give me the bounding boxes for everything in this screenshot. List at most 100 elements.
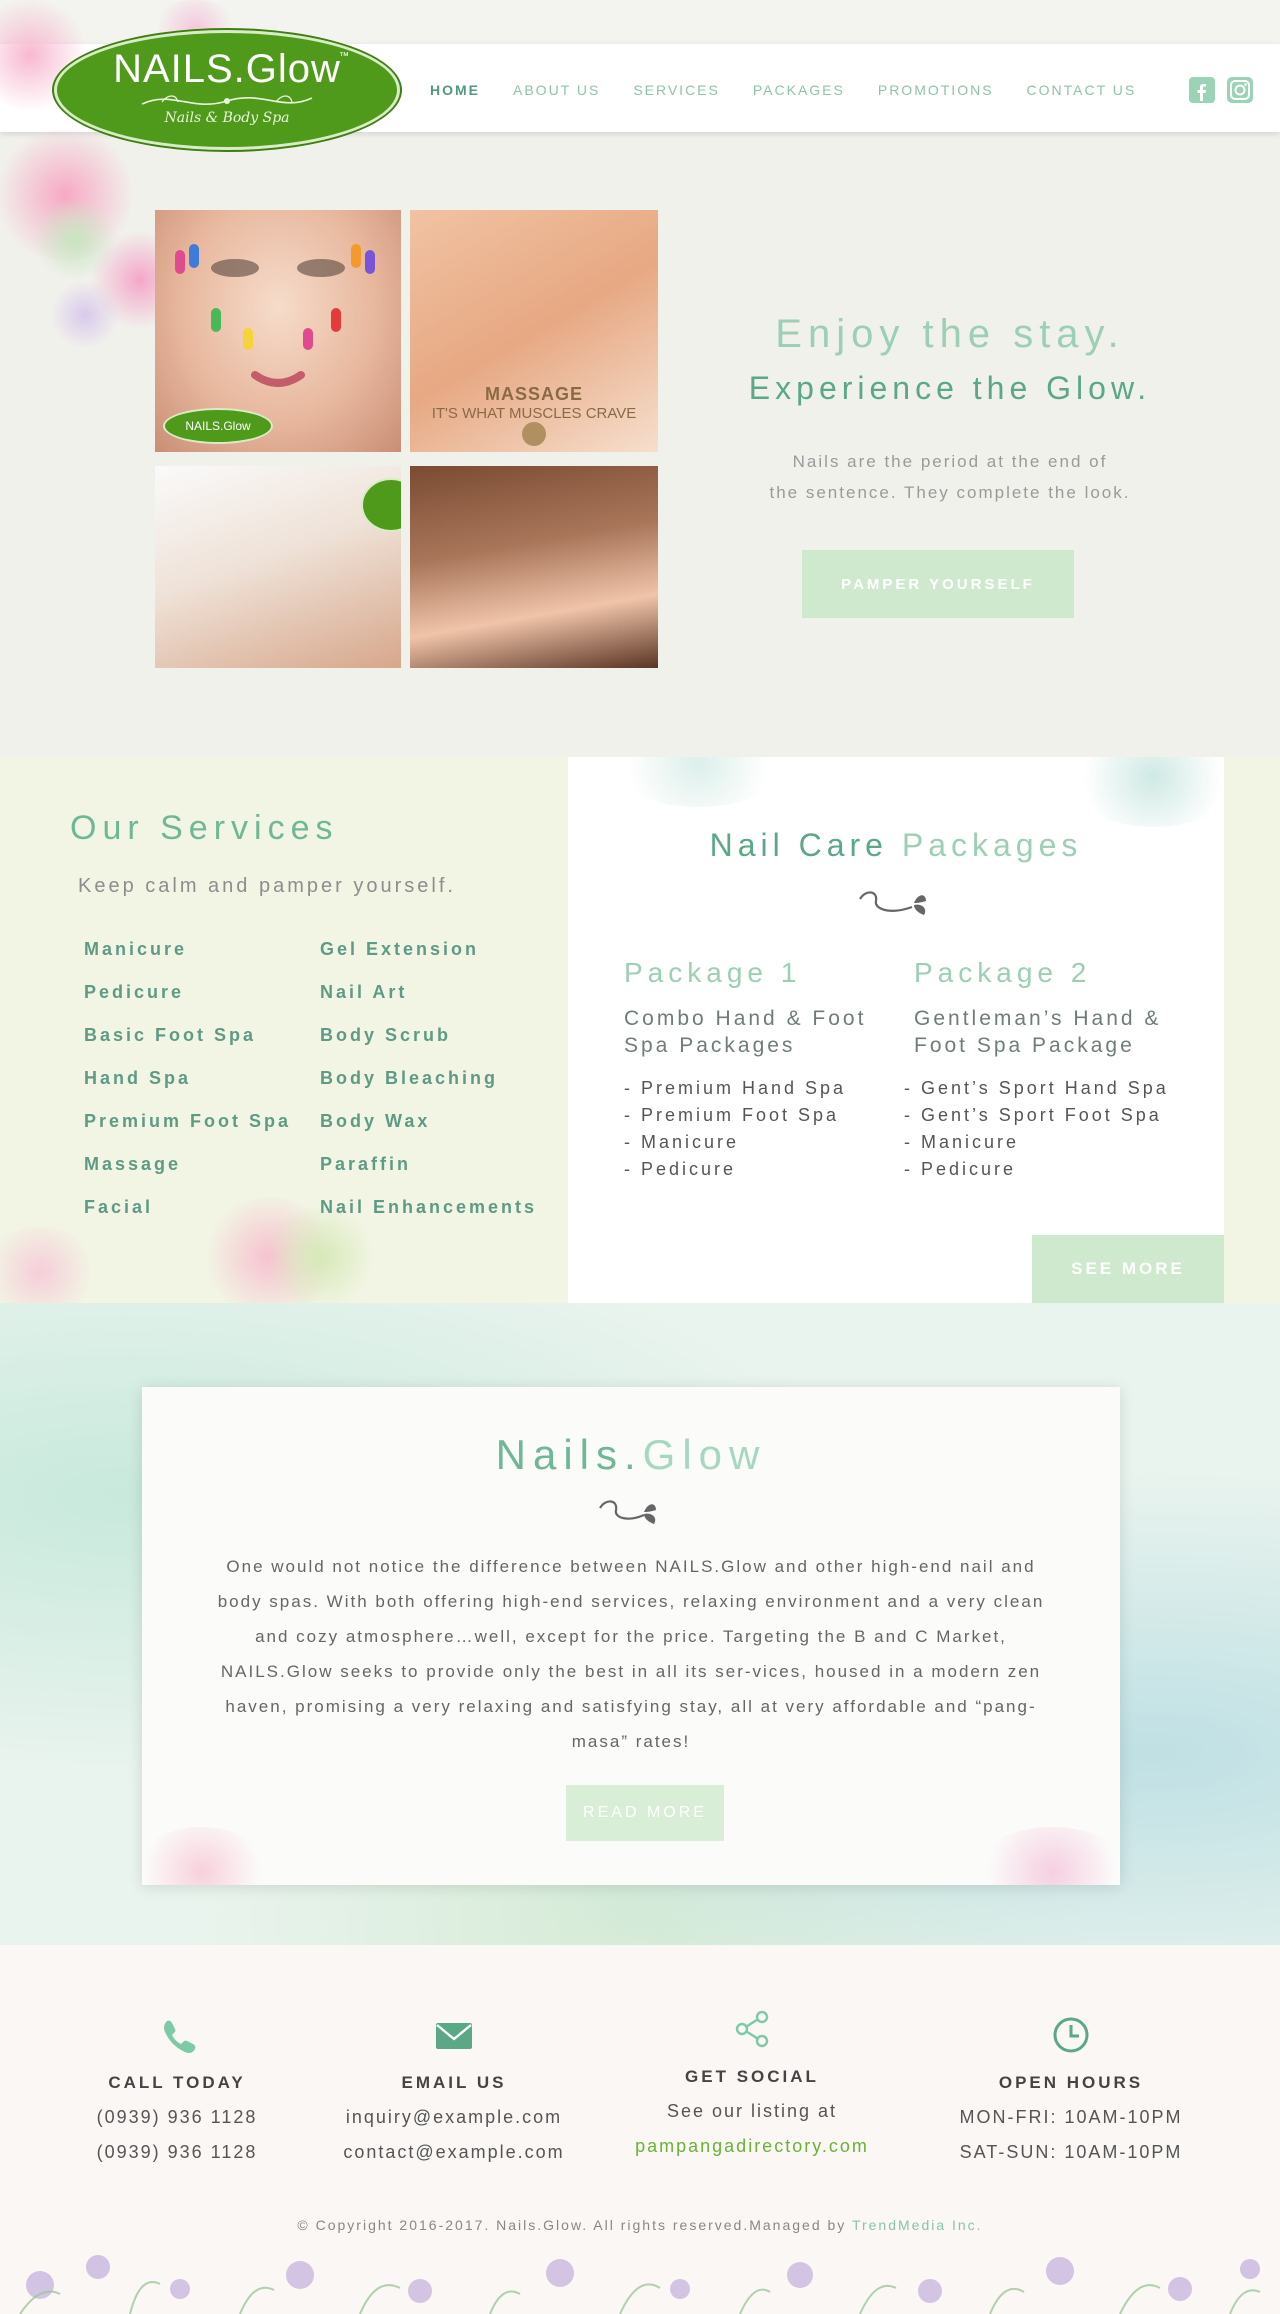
service-item[interactable]: Pedicure [84,980,291,1023]
flower-border-decoration [19,2255,1261,2314]
about-title-part1: Nails [495,1431,624,1478]
service-item[interactable]: Facial [84,1195,291,1238]
service-item[interactable]: Hand Spa [84,1066,291,1109]
logo-seal-icon [522,422,546,446]
massage-caption: MASSAGE IT'S WHAT MUSCLES CRAVE [410,384,658,422]
swirl-ornament-icon [859,891,926,915]
packages-title-part1: Nail Care [709,827,888,863]
hero-tagline-line2: the sentence. They complete the look. [769,483,1131,502]
package-item: - Pedicure [624,1159,737,1179]
nail-art-photo: NAILS.Glow [155,210,401,452]
foot-spa-photo [410,466,658,668]
package-item: - Manicure [624,1132,740,1152]
pamper-yourself-button[interactable]: PAMPER YOURSELF [802,550,1074,618]
packages-side-strip [1224,757,1280,1303]
service-item[interactable]: Nail Enhancements [320,1195,537,1238]
social-title: GET SOCIAL [685,2067,819,2086]
logo-subtitle: Nails & Body Spa [164,110,290,126]
nav-contact-us[interactable]: CONTACT US [1027,82,1137,98]
flower-decoration [142,1827,272,1885]
see-more-button[interactable]: SEE MORE [1032,1235,1224,1303]
massage-caption-text: IT'S WHAT MUSCLES CRAVE [431,405,637,422]
read-more-button[interactable]: READ MORE [566,1785,724,1841]
service-item[interactable]: Manicure [84,937,291,980]
instagram-icon[interactable] [1226,76,1254,104]
hours-weekdays: MON-FRI: 10AM-10PM [959,2107,1183,2127]
service-item[interactable]: Massage [84,1152,291,1195]
body-scrub-photo [155,466,401,668]
about-card: Nails.Glow One would not notice the diff… [142,1387,1120,1885]
about-title: Nails.Glow [142,1431,1120,1479]
swirl-ornament-icon [599,1500,656,1524]
hours-weekends: SAT-SUN: 10AM-10PM [959,2142,1183,2162]
massage-caption-title: MASSAGE [484,384,583,404]
package-item: - Premium Hand Spa [624,1078,847,1098]
facebook-icon[interactable] [1188,76,1216,104]
logo-badge: NAILS.Glow [163,408,273,444]
packages-section: Nail Care Packages Package 1 Combo Hand … [568,757,1224,1303]
contact-call: CALL TODAY (0939) 936 1128 (0939) 936 11… [37,1945,317,2164]
nav-about-us[interactable]: ABOUT US [513,82,600,98]
logo[interactable]: NAILS.Glow ™ Nails & Body Spa [54,30,400,150]
directory-link[interactable]: pampangadirectory.com [612,2134,892,2158]
email-address[interactable]: contact@example.com [314,2140,594,2164]
package-item: - Premium Foot Spa [624,1105,840,1125]
logo-swirl-ornament [141,95,313,105]
services-subtitle: Keep calm and pamper yourself. [78,875,456,897]
package-item: - Manicure [904,1132,1020,1152]
about-title-part2: Glow [642,1431,767,1478]
logo-badge-corner [361,478,401,532]
copyright-text: © Copyright 2016-2017. Nails.Glow. All r… [297,2217,847,2233]
service-item[interactable]: Body Scrub [320,1023,537,1066]
services-title: Our Services [70,809,339,847]
leaf-decoration [1068,757,1224,827]
nav-services[interactable]: SERVICES [633,82,720,98]
leaf-decoration [608,757,788,807]
phone-number[interactable]: (0939) 936 1128 [37,2105,317,2129]
flower-decoration [0,1227,100,1303]
package-items: - Premium Hand Spa - Premium Foot Spa - … [624,1075,914,1183]
nav-promotions[interactable]: PROMOTIONS [878,82,994,98]
hours-title: OPEN HOURS [998,2073,1144,2092]
package-card-2: Package 2 Gentleman’s Hand & Foot Spa Pa… [904,957,1204,1183]
service-item[interactable]: Body Bleaching [320,1066,537,1109]
service-item[interactable]: Body Wax [320,1109,537,1152]
email-title: EMAIL US [401,2073,507,2092]
clock-icon [1053,2017,1089,2053]
about-title-dot: . [623,1431,643,1478]
contact-hours: OPEN HOURS MON-FRI: 10AM-10PM SAT-SUN: 1… [931,1945,1211,2164]
services-list-right: Gel Extension Nail Art Body Scrub Body B… [320,937,537,1238]
main-nav: HOME ABOUT US SERVICES PACKAGES PROMOTIO… [430,82,1169,98]
hero-subheadline: Experience the Glow. [748,370,1152,406]
about-text: One would not notice the difference betw… [217,1557,1045,1751]
nav-packages[interactable]: PACKAGES [753,82,845,98]
service-item[interactable]: Basic Foot Spa [84,1023,291,1066]
packages-title-part2: Packages [901,827,1083,863]
package-items: - Gent’s Sport Hand Spa - Gent’s Sport F… [904,1075,1204,1183]
services-list-left: Manicure Pedicure Basic Foot Spa Hand Sp… [84,937,291,1238]
trendmedia-link[interactable]: TrendMedia Inc. [852,2217,983,2233]
phone-icon [163,2020,196,2053]
service-item[interactable]: Gel Extension [320,937,537,980]
email-address[interactable]: inquiry@example.com [314,2105,594,2129]
call-title: CALL TODAY [108,2073,246,2092]
contact-social: GET SOCIAL See our listing at pampangadi… [612,1945,892,2158]
packages-title: Nail Care Packages [568,827,1224,864]
logo-trademark: ™ [339,51,349,62]
social-text: See our listing at [666,2101,838,2121]
hero-headline: Enjoy the stay. [775,312,1125,356]
package-title: Combo Hand & Foot Spa Packages [624,1007,867,1057]
phone-number[interactable]: (0939) 936 1128 [37,2140,317,2164]
hero-tagline: Nails are the period at the end of the s… [720,446,1180,508]
service-item[interactable]: Paraffin [320,1152,537,1195]
nav-home[interactable]: HOME [430,82,480,98]
service-item[interactable]: Nail Art [320,980,537,1023]
services-section: Our Services Keep calm and pamper yourse… [0,757,568,1303]
service-item[interactable]: Premium Foot Spa [84,1109,291,1152]
copyright: © Copyright 2016-2017. Nails.Glow. All r… [0,2217,1280,2233]
package-item: - Gent’s Sport Hand Spa [904,1078,1169,1098]
flower-decoration [972,1827,1120,1885]
massage-photo: MASSAGE IT'S WHAT MUSCLES CRAVE [410,210,658,452]
contact-email: EMAIL US inquiry@example.com contact@exa… [314,1945,594,2164]
package-name: Package 2 [914,957,1092,988]
